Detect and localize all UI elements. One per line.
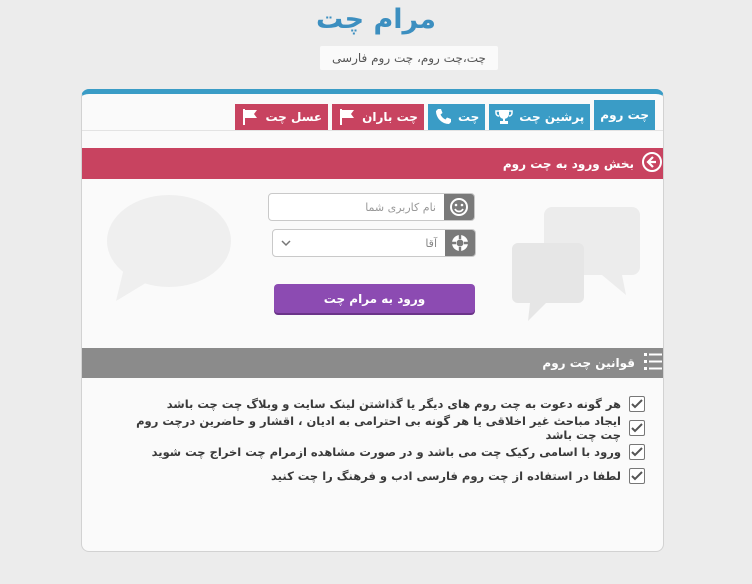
site-title: مرام چت (316, 4, 436, 35)
checkbox-checked-icon (629, 468, 645, 484)
chat-bubbles-decoration-icon (512, 207, 640, 321)
rule-text: لطفا در استفاده از چت روم فارسی ادب و فر… (271, 469, 621, 483)
nav-tab-persian-chat[interactable]: پرشین چت (489, 104, 591, 130)
list-icon (643, 351, 663, 376)
smiley-icon (444, 194, 474, 220)
phone-icon (434, 108, 452, 126)
gender-select[interactable]: آقا (272, 229, 476, 257)
rule-text: ورود با اسامی رکیک چت می باشد و در صورت … (151, 445, 621, 459)
list-item: لطفا در استفاده از چت روم فارسی ادب و فر… (125, 464, 645, 488)
site-subtitle: چت،چت روم، چت روم فارسی (320, 46, 498, 70)
login-section-header: بخش ورود به چت روم (82, 148, 663, 179)
rule-text: هر گونه دعوت به چت روم های دیگر یا گذاشت… (166, 397, 621, 411)
nav-tab-label: عسل چت (265, 110, 323, 124)
username-input[interactable] (269, 194, 444, 220)
nav-tab-label: چت (457, 110, 480, 124)
trophy-icon (495, 109, 514, 125)
checkbox-checked-icon (629, 444, 645, 460)
nav-tab-chat[interactable]: چت (427, 104, 486, 130)
list-item: هر گونه دعوت به چت روم های دیگر یا گذاشت… (125, 392, 645, 416)
nav-tab-label: پرشین چت (519, 110, 585, 124)
list-item: ایجاد مباحث غیر اخلاقی یا هر گونه بی احت… (125, 414, 645, 442)
nav-tab-asal-chat[interactable]: عسل چت (235, 104, 329, 130)
nav-tab-chat-baran[interactable]: چت باران (332, 104, 424, 130)
lifebuoy-icon (445, 230, 475, 256)
rules-section-header: قوانین چت روم (82, 348, 663, 378)
nav-tab-chatroom[interactable]: چت روم (594, 100, 655, 130)
login-submit-button[interactable]: ورود به مرام چت (274, 284, 475, 313)
username-field (268, 193, 475, 221)
rule-text: ایجاد مباحث غیر اخلاقی یا هر گونه بی احت… (136, 414, 621, 442)
top-nav: چت روم پرشین چت چت چت باران عسل چت (90, 96, 655, 130)
nav-divider (82, 130, 663, 131)
flag-icon (338, 108, 356, 126)
login-section-title: بخش ورود به چت روم (502, 156, 634, 171)
flag-icon (241, 108, 259, 126)
chevron-down-icon (281, 237, 291, 250)
rules-section-title: قوانین چت روم (542, 356, 635, 370)
nav-tab-label: چت باران (362, 110, 418, 124)
rules-list: هر گونه دعوت به چت روم های دیگر یا گذاشت… (125, 392, 645, 488)
checkbox-checked-icon (629, 396, 645, 412)
nav-tab-label: چت روم (600, 108, 649, 122)
main-card: چت روم پرشین چت چت چت باران عسل چت بخش و… (81, 89, 664, 552)
arrow-left-circle-icon (641, 151, 663, 176)
login-form: آقا ورود به مرام چت (82, 179, 663, 343)
checkbox-checked-icon (629, 420, 645, 436)
list-item: ورود با اسامی رکیک چت می باشد و در صورت … (125, 440, 645, 464)
gender-select-value: آقا (425, 236, 437, 250)
chat-bubble-decoration-icon (107, 195, 231, 301)
